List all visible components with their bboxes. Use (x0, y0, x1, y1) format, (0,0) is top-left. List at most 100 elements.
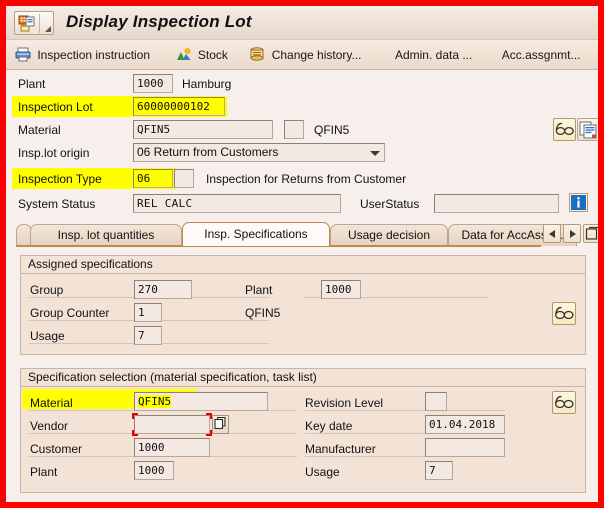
dropdown-insp-lot-origin-value: 06 Return from Customers (137, 145, 279, 159)
stock-chart-icon (176, 43, 192, 60)
field-inspection-type-flag[interactable] (174, 169, 194, 188)
assigned-specifications-title: Assigned specifications (21, 256, 585, 274)
label-assigned-usage: Usage (30, 329, 65, 343)
toolbar-button-overflow[interactable] (592, 40, 598, 70)
info-icon (571, 195, 586, 210)
label-manufacturer: Manufacturer (305, 442, 376, 456)
toolbar-label: Inspection instruction (37, 48, 151, 62)
tab-list-icon (585, 226, 598, 240)
plant-description: Hamburg (182, 77, 232, 91)
info-button[interactable] (569, 193, 588, 212)
label-revision-level: Revision Level (305, 396, 384, 410)
toolbar-button-inspection-instruction[interactable]: Inspection instruction (6, 40, 157, 70)
tab-scroll-right-button[interactable] (563, 224, 581, 243)
scroll-right-icon (570, 230, 576, 238)
field-spec-plant[interactable]: 1000 (134, 461, 174, 480)
vendor-matchcode-button[interactable] (212, 415, 229, 434)
tab-insp-specifications[interactable]: Insp. Specifications (182, 222, 330, 246)
printer-icon (15, 43, 31, 62)
chevron-down-icon (370, 151, 380, 156)
assigned-specifications-detail-button[interactable] (552, 302, 576, 325)
toolbar-button-acc-assignment[interactable]: Acc.assgnmt... (484, 40, 588, 70)
label-material: Material (18, 123, 61, 137)
field-user-status[interactable] (434, 194, 559, 213)
main-form: Plant 1000 Hamburg Inspection Lot 600000… (6, 70, 598, 502)
focus-corner-bottom-left (132, 430, 138, 436)
copy-document-icon (579, 121, 597, 139)
focus-corner-top-left (132, 413, 138, 419)
toolbar-button-change-history[interactable]: Change history... (239, 40, 368, 70)
specification-selection-detail-button[interactable] (552, 391, 576, 414)
assigned-specifications-panel: Assigned specifications Group 270 Plant … (20, 255, 586, 355)
field-inspection-lot[interactable]: 60000000102 (133, 97, 225, 116)
label-user-status: UserStatus (360, 197, 420, 211)
field-spec-material[interactable]: QFIN5 (134, 392, 268, 411)
label-system-status: System Status (18, 197, 96, 211)
tab-label: Usage decision (347, 228, 431, 242)
field-key-date[interactable]: 01.04.2018 (425, 415, 505, 434)
field-vendor[interactable] (134, 415, 210, 434)
field-assigned-group[interactable]: 270 (134, 280, 192, 299)
material-copy-button[interactable] (577, 118, 598, 141)
label-group-counter: Group Counter (30, 306, 110, 320)
field-plant[interactable]: 1000 (133, 74, 173, 93)
title-icon-dropdown-arrow[interactable] (45, 26, 51, 32)
toolbar-label: Admin. data ... (394, 48, 473, 62)
tab-scroll-left-button[interactable] (543, 224, 561, 243)
toolbar-button-stock[interactable]: Stock (162, 40, 235, 70)
glasses-icon (555, 122, 574, 136)
field-group-counter[interactable]: 1 (134, 303, 162, 322)
tab-label: Insp. lot quantities (57, 228, 155, 242)
label-assigned-group: Group (30, 283, 64, 297)
glasses-icon (555, 306, 574, 320)
field-material[interactable]: QFIN5 (133, 120, 273, 139)
toolbar-label: Acc.assgnmt... (501, 48, 581, 62)
label-spec-usage: Usage (305, 465, 340, 479)
field-material-flag[interactable] (284, 120, 304, 139)
field-spec-usage[interactable]: 7 (425, 461, 453, 480)
label-assigned-plant: Plant (245, 283, 273, 297)
inspection-lot-icon[interactable] (14, 11, 54, 35)
window-titlebar: Display Inspection Lot (6, 6, 598, 40)
label-inspection-type: Inspection Type (18, 172, 102, 186)
specification-selection-title: Specification selection (material specif… (21, 369, 585, 387)
matchcode-icon (214, 416, 226, 430)
field-assigned-usage[interactable]: 7 (134, 326, 162, 345)
label-inspection-lot: Inspection Lot (18, 100, 93, 114)
label-plant: Plant (18, 77, 46, 91)
field-manufacturer[interactable] (425, 438, 505, 457)
field-inspection-type[interactable]: 06 (133, 169, 173, 188)
field-customer[interactable]: 1000 (134, 438, 210, 457)
field-spec-material-value: QFIN5 (138, 395, 172, 408)
material-detail-button[interactable] (553, 118, 576, 141)
glasses-icon (555, 395, 574, 409)
tab-usage-decision[interactable]: Usage decision (330, 224, 448, 246)
inspection-lot-glyph (18, 15, 35, 32)
page-title: Display Inspection Lot (66, 12, 252, 31)
scroll-left-icon (549, 230, 555, 238)
group-counter-description: QFIN5 (245, 306, 281, 320)
tab-insp-lot-quantities[interactable]: Insp. lot quantities (30, 224, 182, 246)
label-key-date: Key date (305, 419, 353, 433)
app-toolbar: Inspection instruction Stock Change hist… (6, 40, 598, 70)
tab-list-button[interactable] (583, 224, 598, 243)
label-spec-plant: Plant (30, 465, 58, 479)
toolbar-label: Stock (197, 48, 228, 62)
label-spec-material: Material (30, 396, 73, 410)
specification-selection-panel: Specification selection (material specif… (20, 368, 586, 493)
inspection-type-description: Inspection for Returns from Customer (206, 172, 407, 186)
field-vendor-focus-ring (132, 413, 212, 436)
tab-strip: Insp. lot quantities Insp. Specification… (16, 222, 588, 246)
material-description: QFIN5 (314, 123, 350, 137)
field-assigned-plant[interactable]: 1000 (321, 280, 361, 299)
label-customer: Customer (30, 442, 83, 456)
sap-window: Display Inspection Lot Inspection instru… (6, 6, 598, 502)
scroll-history-icon (249, 43, 265, 61)
title-icon-separator (39, 14, 40, 33)
field-revision-level[interactable] (425, 392, 447, 411)
field-system-status[interactable]: REL CALC (133, 194, 341, 213)
toolbar-button-admin-data[interactable]: Admin. data ... (373, 40, 479, 70)
label-insp-lot-origin: Insp.lot origin (18, 146, 90, 160)
dropdown-insp-lot-origin[interactable]: 06 Return from Customers (133, 143, 385, 162)
label-vendor: Vendor (30, 419, 69, 433)
